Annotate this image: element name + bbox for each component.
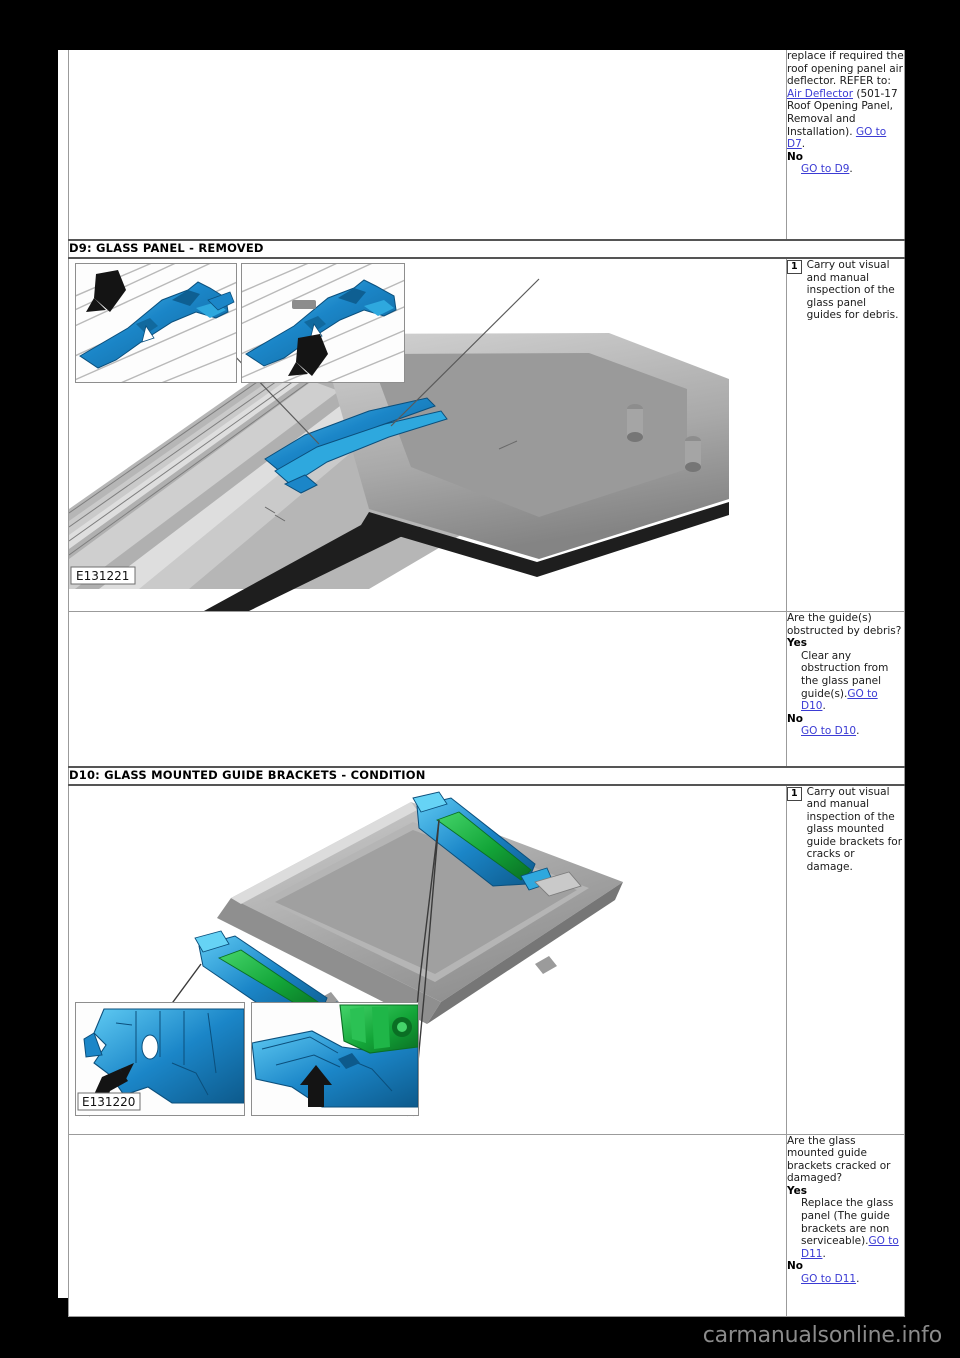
d9-yes-label: Yes: [787, 637, 808, 650]
d8-left-blank: [68, 50, 787, 241]
document-page: replace if required the roof opening pan…: [58, 50, 905, 1317]
section-header-d9: D9: GLASS PANEL - REMOVED: [68, 239, 905, 259]
d9-illustration-cell: E131221: [68, 258, 787, 612]
detail-callout-bracket-right: [251, 1001, 419, 1116]
detail-callout-right: [241, 263, 405, 383]
goto-d11-link-no[interactable]: GO to D11: [801, 1273, 856, 1285]
detail-callout-bracket-left: E131220: [75, 1001, 245, 1116]
d10-step-cell: 1 Carry out visual and manual inspection…: [786, 784, 905, 1135]
site-watermark: carmanualsonline.info: [702, 1323, 942, 1348]
d9-result-text: Are the guide(s) obstructed by debris? Y…: [787, 612, 904, 738]
bracket-detail-right: [252, 1002, 418, 1115]
bracket-detail-left: E131220: [76, 1002, 244, 1115]
step-1-d10: 1 Carry out visual and manual inspection…: [787, 786, 904, 874]
table-row: E131221 1 Carry out visual and manual in…: [68, 258, 905, 612]
table-row: Are the guide(s) obstructed by debris? Y…: [68, 611, 905, 767]
table-row: replace if required the roof opening pan…: [68, 50, 905, 241]
d9-illustration: E131221: [69, 259, 786, 611]
d10-illustration-cell: E131220: [68, 784, 787, 1135]
d8-refer-prefix: REFER to:: [839, 75, 891, 88]
d10-question: Are the glass mounted guide brackets cra…: [787, 1134, 891, 1185]
section-header-d10: D10: GLASS MOUNTED GUIDE BRACKETS - COND…: [68, 765, 905, 786]
table-row: E131220 1 Carry out visual and manual in…: [68, 784, 905, 1135]
svg-text:E131221: E131221: [76, 569, 129, 583]
step-text: Carry out visual and manual inspection o…: [806, 259, 899, 322]
step-number-badge: 1: [787, 786, 802, 801]
figure-label-e131221: E131221: [70, 566, 136, 585]
d9-step-cell: 1 Carry out visual and manual inspection…: [786, 258, 905, 612]
table-row: D9: GLASS PANEL - REMOVED: [68, 239, 905, 259]
d8-result-cell: replace if required the roof opening pan…: [786, 50, 905, 241]
goto-d10-link-no[interactable]: GO to D10: [801, 725, 856, 737]
step-number-badge: 1: [787, 260, 802, 274]
guide-detail-right: [242, 264, 404, 382]
d10-result-left-blank: [68, 1134, 787, 1317]
step-1-d9: 1 Carry out visual and manual inspection…: [787, 259, 904, 322]
svg-text:E131220: E131220: [82, 1095, 135, 1109]
d9-result-cell: Are the guide(s) obstructed by debris? Y…: [786, 611, 905, 767]
guide-detail-left: [76, 264, 236, 382]
d9-result-left-blank: [68, 611, 787, 767]
d8-result-text: replace if required the roof opening pan…: [787, 50, 904, 176]
table-row: Are the glass mounted guide brackets cra…: [68, 1134, 905, 1317]
d9-no-label: No: [787, 712, 804, 725]
d10-illustration: E131220: [69, 786, 786, 1134]
step-text: Carry out visual and manual inspection o…: [806, 785, 903, 874]
d10-result-cell: Are the glass mounted guide brackets cra…: [786, 1134, 905, 1317]
table-row: D10: GLASS MOUNTED GUIDE BRACKETS - COND…: [68, 765, 905, 786]
detail-callout-left: [75, 263, 237, 383]
d10-no-label: No: [787, 1260, 804, 1273]
d8-no-label: No: [787, 150, 804, 163]
goto-d9-link[interactable]: GO to D9: [801, 163, 849, 175]
d10-yes-label: Yes: [787, 1184, 808, 1197]
d9-question: Are the guide(s) obstructed by debris?: [787, 612, 902, 637]
d10-result-text: Are the glass mounted guide brackets cra…: [787, 1135, 904, 1286]
diagnostic-procedure-table: replace if required the roof opening pan…: [68, 50, 905, 1317]
air-deflector-link[interactable]: Air Deflector: [787, 88, 853, 100]
